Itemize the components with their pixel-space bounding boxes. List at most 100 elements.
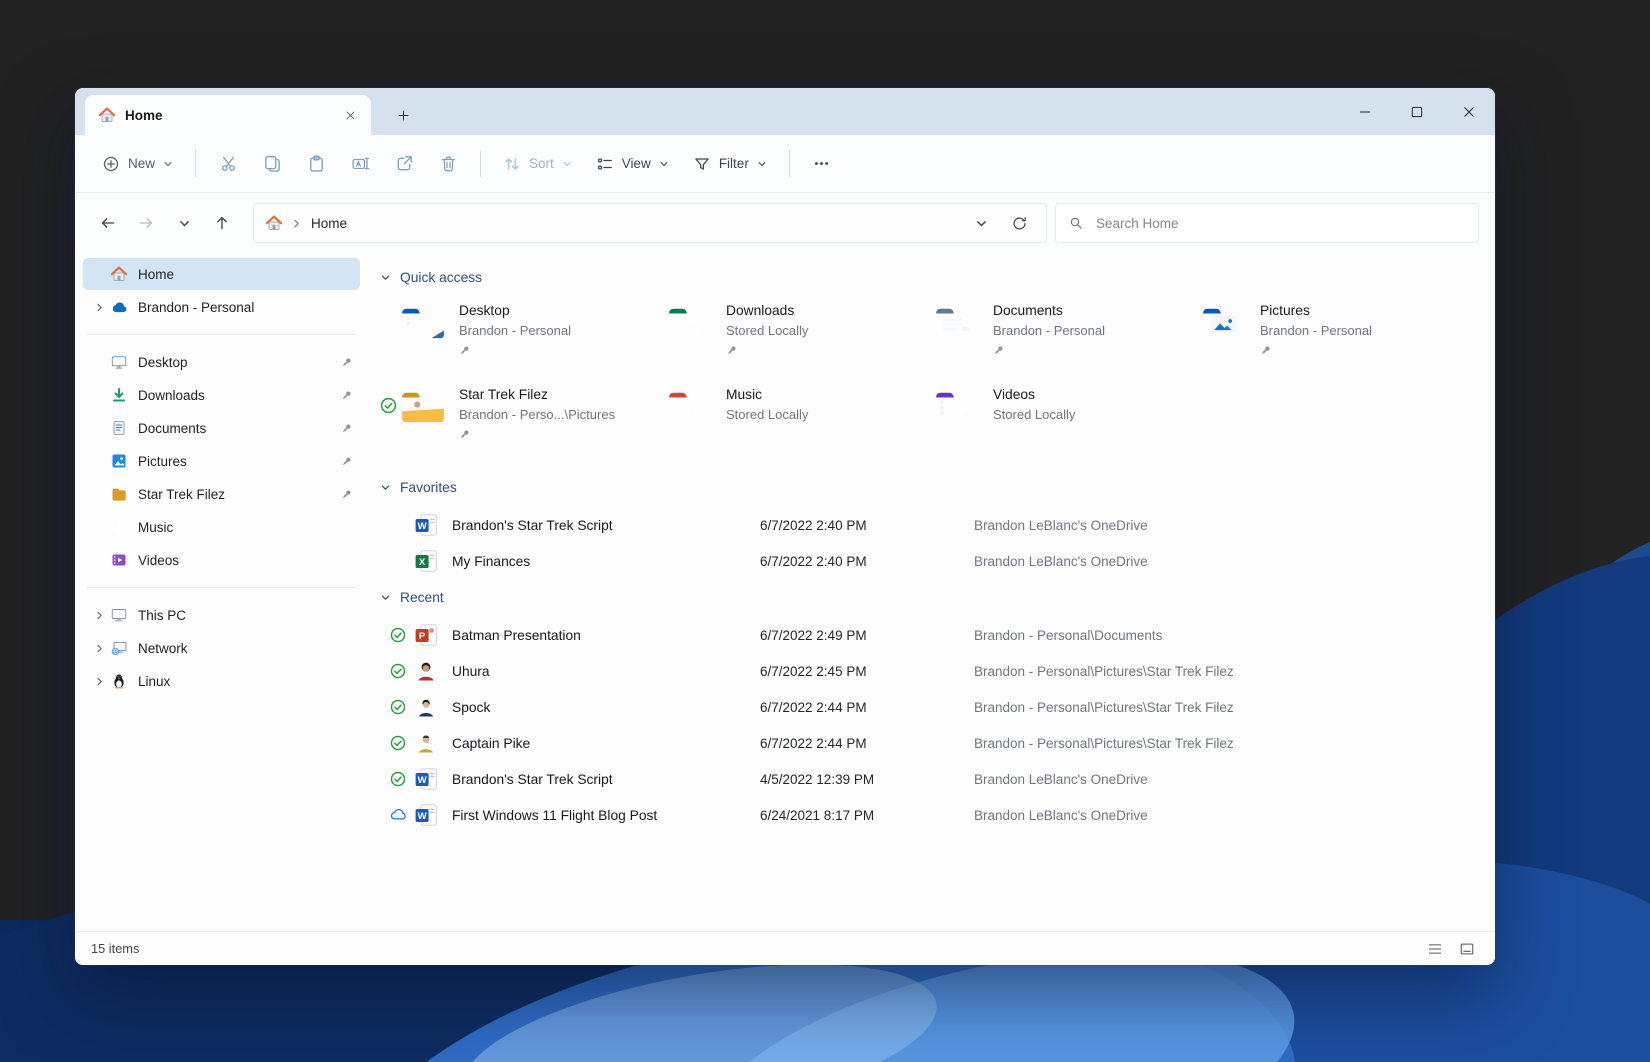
tile-desktop[interactable]: Desktop Brandon - Personal: [380, 301, 647, 367]
file-row-brandon-s-star-trek-script[interactable]: Brandon's Star Trek Script 4/5/2022 12:3…: [380, 761, 1487, 797]
onedrive-icon: [111, 299, 127, 315]
file-row-uhura[interactable]: Uhura 6/7/2022 2:45 PM Brandon - Persona…: [380, 653, 1487, 689]
tile-location: Brandon - Personal: [993, 322, 1106, 338]
sync-status: [390, 699, 414, 715]
expand-chevron[interactable]: [91, 302, 107, 313]
tab-home[interactable]: Home: [85, 95, 371, 135]
tile-location: Stored Locally: [993, 406, 1076, 422]
tile-documents[interactable]: Documents Brandon - Personal: [914, 301, 1181, 367]
expand-chevron[interactable]: [91, 643, 107, 654]
sidebar-item-brandon-personal[interactable]: Brandon - Personal: [83, 291, 360, 323]
pin-icon: [341, 489, 352, 500]
file-row-spock[interactable]: Spock 6/7/2022 2:44 PM Brandon - Persona…: [380, 689, 1487, 725]
rename-button[interactable]: [339, 146, 381, 182]
address-dropdown-button[interactable]: [964, 206, 998, 240]
expand-chevron[interactable]: [91, 676, 107, 687]
sidebar-item-icon: [107, 354, 131, 370]
search-input[interactable]: [1094, 214, 1466, 232]
cut-button[interactable]: [207, 146, 249, 182]
new-button[interactable]: New: [91, 146, 184, 182]
sync-status: [380, 397, 400, 414]
sidebar-item-home[interactable]: Home: [83, 258, 360, 290]
maximize-button[interactable]: [1391, 88, 1443, 135]
tile-icon: [1201, 303, 1247, 341]
file-name: First Windows 11 Flight Blog Post: [452, 807, 658, 823]
section-header-recent[interactable]: Recent: [380, 585, 1487, 609]
search-box: [1055, 203, 1479, 243]
sidebar-item-music[interactable]: Music: [83, 511, 360, 543]
tile-videos[interactable]: Videos Stored Locally: [914, 385, 1181, 451]
tile-location: Brandon - Personal: [459, 322, 572, 338]
tile-downloads[interactable]: Downloads Stored Locally: [647, 301, 914, 367]
sync-status: [390, 735, 414, 751]
sidebar-item-label: Star Trek Filez: [138, 486, 226, 502]
tile-name: Pictures: [1260, 303, 1310, 318]
chevron-down-icon: [380, 272, 391, 283]
file-row-brandon-s-star-trek-script[interactable]: Brandon's Star Trek Script 6/7/2022 2:40…: [380, 507, 1487, 543]
file-location: Brandon LeBlanc's OneDrive: [974, 771, 1148, 787]
file-icon: [414, 659, 448, 683]
sidebar-item-downloads[interactable]: Downloads: [83, 379, 360, 411]
file-row-batman-presentation[interactable]: Batman Presentation 6/7/2022 2:49 PM Bra…: [380, 617, 1487, 653]
sidebar-item-videos[interactable]: Videos: [83, 544, 360, 576]
new-tab-button[interactable]: [387, 99, 419, 131]
address-bar: Home: [75, 193, 1495, 253]
tab-close-button[interactable]: [337, 102, 363, 128]
file-row-my-finances[interactable]: My Finances 6/7/2022 2:40 PM Brandon LeB…: [380, 543, 1487, 579]
tile-pictures[interactable]: Pictures Brandon - Personal: [1181, 301, 1448, 367]
breadcrumb[interactable]: Home: [253, 203, 1047, 243]
forward-button[interactable]: [129, 206, 163, 240]
file-row-captain-pike[interactable]: Captain Pike 6/7/2022 2:44 PM Brandon - …: [380, 725, 1487, 761]
expand-chevron[interactable]: [91, 610, 107, 621]
item-count: 15 items: [91, 941, 140, 956]
details-view-button[interactable]: [1423, 937, 1447, 961]
section-header-quick-access[interactable]: Quick access: [380, 265, 1487, 289]
large-thumbnails-view-button[interactable]: [1455, 937, 1479, 961]
pin-slot: [336, 489, 356, 500]
tile-icon: [400, 303, 446, 341]
filter-button[interactable]: Filter: [682, 146, 778, 182]
view-button[interactable]: View: [585, 146, 680, 182]
pin-icon: [459, 429, 470, 440]
sidebar-item-label: Network: [138, 640, 188, 656]
sidebar-item-star-trek-filez[interactable]: Star Trek Filez: [83, 478, 360, 510]
copy-button[interactable]: [251, 146, 293, 182]
breadcrumb-item-home[interactable]: Home: [311, 216, 347, 231]
close-button[interactable]: [1443, 88, 1495, 135]
sidebar-item-linux[interactable]: Linux: [83, 665, 360, 697]
tile-location: Brandon - Personal: [1260, 322, 1373, 338]
tile-star-trek-filez[interactable]: Star Trek Filez Brandon - Perso...\Pictu…: [380, 385, 647, 451]
sidebar-item-this-pc[interactable]: This PC: [83, 599, 360, 631]
sync-status: [390, 771, 414, 787]
up-icon: [213, 214, 231, 232]
tile-music[interactable]: Music Stored Locally: [647, 385, 914, 451]
delete-button[interactable]: [427, 146, 469, 182]
home-icon: [99, 107, 115, 123]
sort-button[interactable]: Sort: [492, 146, 583, 182]
sidebar-item-documents[interactable]: Documents: [83, 412, 360, 444]
badge-synced-icon: [380, 397, 397, 414]
file-row-first-windows-11-flight-blog-post[interactable]: First Windows 11 Flight Blog Post 6/24/2…: [380, 797, 1487, 833]
sidebar-item-label: Brandon - Personal: [138, 299, 255, 315]
more-options-button[interactable]: [801, 146, 843, 182]
share-button[interactable]: [383, 146, 425, 182]
section-header-favorites[interactable]: Favorites: [380, 475, 1487, 499]
sidebar-item-network[interactable]: Network: [83, 632, 360, 664]
back-button[interactable]: [91, 206, 125, 240]
minimize-button[interactable]: [1339, 88, 1391, 135]
file-name: My Finances: [452, 553, 531, 569]
pin-slot: [336, 456, 356, 467]
tile-location: Stored Locally: [726, 406, 809, 422]
pin-slot: [726, 345, 914, 357]
download-sb-icon: [111, 387, 127, 403]
sidebar-item-pictures[interactable]: Pictures: [83, 445, 360, 477]
pin-slot: [459, 345, 647, 357]
plus-circle-icon: [102, 155, 120, 173]
pin-icon: [1260, 345, 1271, 356]
sidebar-item-desktop[interactable]: Desktop: [83, 346, 360, 378]
refresh-button[interactable]: [1002, 206, 1036, 240]
up-button[interactable]: [205, 206, 239, 240]
recent-locations-button[interactable]: [167, 206, 201, 240]
sidebar-item-label: Pictures: [138, 453, 187, 469]
paste-button[interactable]: [295, 146, 337, 182]
